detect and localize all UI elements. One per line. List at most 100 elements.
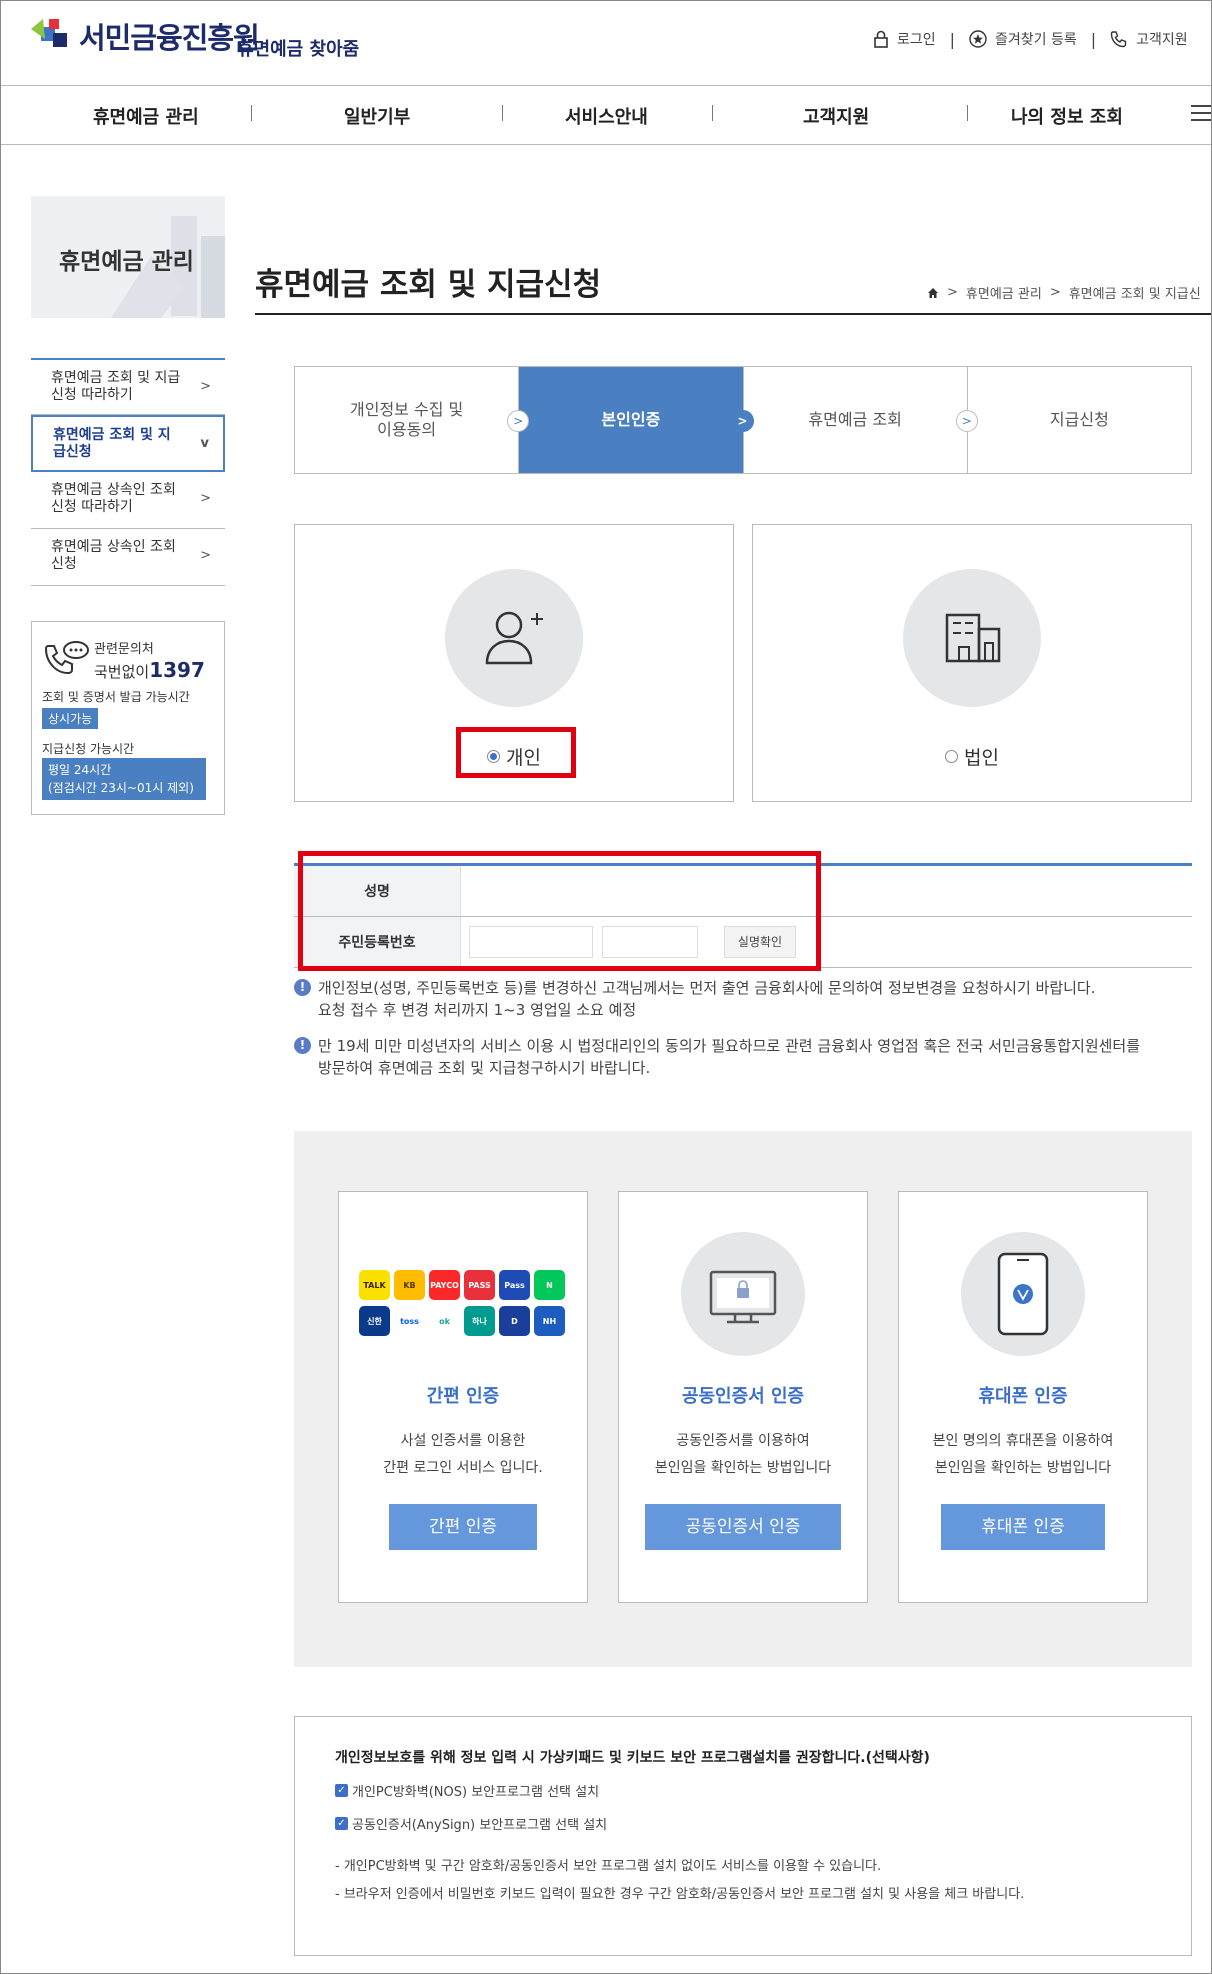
cert-time-badge: 상시가능 [42, 708, 99, 729]
phone-auth-button[interactable]: 휴대폰 인증 [941, 1504, 1105, 1550]
logo-text[interactable]: 서민금융진흥원 [79, 15, 260, 57]
title-divider [255, 313, 1211, 315]
gnb-divider [502, 105, 503, 121]
logo-icon[interactable] [31, 13, 75, 53]
auth-app-icon: TALK [359, 1270, 390, 1300]
auth-app-icon: ok [429, 1306, 460, 1336]
auth-app-icon: 신한 [359, 1306, 390, 1336]
security-option-nos[interactable]: ✓ 개인PC방화벽(NOS) 보안프로그램 선택 설치 [335, 1781, 1151, 1800]
login-link[interactable]: 로그인 [897, 29, 936, 49]
breadcrumb-item[interactable]: 휴면예금 조회 및 지급신 [1069, 283, 1201, 302]
step-label: 본인인증 [601, 410, 661, 429]
step-label: 지급신청 [1049, 410, 1109, 429]
gnb-item-support[interactable]: 고객지원 [803, 103, 869, 129]
star-icon [969, 30, 987, 48]
phone-icon [1110, 31, 1127, 48]
checkbox-checked-icon[interactable]: ✓ [335, 1784, 348, 1797]
contact-info-box: 관련문의처 국번없이1397 조회 및 증명서 발급 가능시간 상시가능 지급신… [31, 621, 225, 815]
auth-card-title: 공동인증서 인증 [681, 1386, 805, 1407]
sidebar-item-label: 휴면예금 상속인 조회신청 [51, 539, 176, 572]
sidebar-item-heir-guide[interactable]: 휴면예금 상속인 조회신청 따라하기 > [31, 472, 225, 529]
pay-time-line: 평일 24시간 [48, 763, 112, 777]
phone-number-row: 국번없이1397 [94, 658, 205, 682]
security-program-box: 개인정보보호를 위해 정보 입력 시 가상키패드 및 키보드 보안 프로그램설치… [294, 1716, 1192, 1956]
auth-card-desc: 공동인증서를 이용하여본인임을 확인하는 방법입니다 [619, 1428, 867, 1482]
inquiry-label: 관련문의처 [94, 642, 154, 657]
gnb-item-service[interactable]: 서비스안내 [565, 103, 648, 129]
divider: | [949, 29, 956, 49]
auth-app-icon: Pass [499, 1270, 530, 1300]
security-heading: 개인정보보호를 위해 정보 입력 시 가상키패드 및 키보드 보안 프로그램설치… [335, 1750, 930, 1766]
monitor-lock-icon [681, 1232, 805, 1356]
step-payment: 지급신청 [968, 367, 1191, 473]
person-add-icon [445, 569, 583, 707]
step-label: 개인정보 수집 및 이용동의 [350, 400, 464, 439]
pay-time-label: 지급신청 가능시간 [42, 742, 135, 756]
breadcrumb-sep: > [1049, 285, 1061, 300]
gnb-divider [251, 105, 252, 121]
notice-line: 만 19세 미만 미성년자의 서비스 이용 시 법정대리인의 동의가 필요하므로… [318, 1037, 1141, 1055]
step-consent: 개인정보 수집 및 이용동의 > [295, 367, 530, 473]
mobile-phone-icon [961, 1232, 1085, 1356]
sidebar-item-guide[interactable]: 휴면예금 조회 및 지급신청 따라하기 > [31, 358, 225, 415]
chevron-right-icon: > [200, 548, 211, 563]
radio-label: 법인 [964, 747, 999, 769]
phone-prefix: 국번없이 [94, 663, 150, 681]
auth-card-title: 휴대폰 인증 [978, 1386, 1068, 1407]
auth-desc-line: 공동인증서를 이용하여 [676, 1433, 810, 1449]
sidebar-title: 휴면예금 관리 [59, 249, 194, 275]
phone-number: 1397 [149, 658, 205, 682]
highlight-box [456, 727, 576, 778]
auth-desc-line: 본인임을 확인하는 방법입니다 [934, 1460, 1112, 1476]
step-inquiry: 휴면예금 조회 > [744, 367, 978, 473]
radio-unchecked-icon[interactable] [945, 750, 959, 763]
auth-desc-line: 본인임을 확인하는 방법입니다 [654, 1460, 832, 1476]
logo-sub[interactable]: 휴면예금 찾아줌 [237, 35, 359, 61]
auth-app-icon: PASS [464, 1270, 495, 1300]
notice-line: 방문하여 휴면예금 조회 및 지급청구하시기 바랍니다. [318, 1059, 651, 1077]
auth-desc-line: 사설 인증서를 이용한 [400, 1433, 526, 1449]
notice-2: ! 만 19세 미만 미성년자의 서비스 이용 시 법정대리인의 동의가 필요하… [294, 1035, 1192, 1079]
phone-chat-icon [44, 641, 89, 675]
auth-app-icon: PAYCO [429, 1270, 460, 1300]
breadcrumb-item[interactable]: 휴면예금 관리 [966, 283, 1042, 302]
checkbox-checked-icon[interactable]: ✓ [335, 1817, 348, 1830]
pay-time-line: (점검시간 23시~01시 제외) [48, 781, 194, 795]
info-icon: ! [294, 979, 311, 996]
gnb-item-donation[interactable]: 일반기부 [344, 103, 410, 129]
radio-corporate[interactable]: 법인 [753, 743, 1191, 770]
home-icon[interactable] [927, 287, 939, 299]
sidebar-nav: 휴면예금 조회 및 지급신청 따라하기 > 휴면예금 조회 및 지급신청 v 휴면예… [31, 358, 225, 586]
gnb-item-myinfo[interactable]: 나의 정보 조회 [1011, 103, 1123, 129]
chevron-right-icon: > [955, 410, 978, 432]
notice-line: 개인정보(성명, 주민등록번호 등)를 변경하신 고객님께서는 먼저 출연 금융… [318, 979, 1096, 997]
sidebar-item-apply[interactable]: 휴면예금 조회 및 지급신청 v [31, 415, 225, 472]
step-indicator: 개인정보 수집 및 이용동의 > 본인인증 > 휴면예금 조회 > 지급신청 [294, 366, 1192, 474]
sidebar-item-label: 휴면예금 상속인 조회신청 따라하기 [51, 482, 176, 515]
auth-method-area: TALK KB PAYCO PASS Pass N 신한 toss ok 하나 D NH 간편 인증 … [294, 1131, 1192, 1667]
bookmark-link[interactable]: 즐겨찾기 등록 [995, 29, 1077, 49]
chevron-down-icon: v [200, 436, 209, 451]
page-title: 휴면예금 조회 및 지급신청 [255, 267, 602, 303]
gnb-item-dormant[interactable]: 휴면예금 관리 [93, 103, 199, 129]
sidebar-item-label: 휴면예금 조회 및 지급신청 따라하기 [51, 370, 181, 403]
breadcrumb: > 휴면예금 관리 > 휴면예금 조회 및 지급신 [927, 283, 1201, 302]
cert-time-label: 조회 및 증명서 발급 가능시간 [42, 690, 190, 704]
sidebar-item-heir-apply[interactable]: 휴면예금 상속인 조회신청 > [31, 529, 225, 586]
simple-auth-button[interactable]: 간편 인증 [389, 1504, 537, 1550]
menu-icon[interactable] [1191, 105, 1211, 123]
security-option-anysign[interactable]: ✓ 공동인증서(AnySign) 보안프로그램 선택 설치 [335, 1814, 1151, 1833]
security-note: - 개인PC방화벽 및 구간 암호화/공동인증서 보안 프로그램 설치 없이도 … [335, 1859, 882, 1874]
auth-card-desc: 본인 명의의 휴대폰을 이용하여본인임을 확인하는 방법입니다 [899, 1428, 1147, 1482]
info-icon: ! [294, 1037, 311, 1054]
support-link[interactable]: 고객지원 [1136, 29, 1188, 49]
certificate-auth-button[interactable]: 공동인증서 인증 [645, 1504, 841, 1550]
gnb-divider [967, 105, 968, 121]
type-corporate-card[interactable]: 법인 [752, 524, 1192, 802]
auth-card-phone: 휴대폰 인증 본인 명의의 휴대폰을 이용하여본인임을 확인하는 방법입니다 휴… [898, 1191, 1148, 1603]
breadcrumb-sep: > [947, 285, 958, 300]
auth-desc-line: 본인 명의의 휴대폰을 이용하여 [932, 1433, 1114, 1449]
sidebar-title-box: 휴면예금 관리 [31, 196, 225, 318]
step-auth: 본인인증 > [519, 367, 754, 473]
gnb-divider [712, 105, 713, 121]
